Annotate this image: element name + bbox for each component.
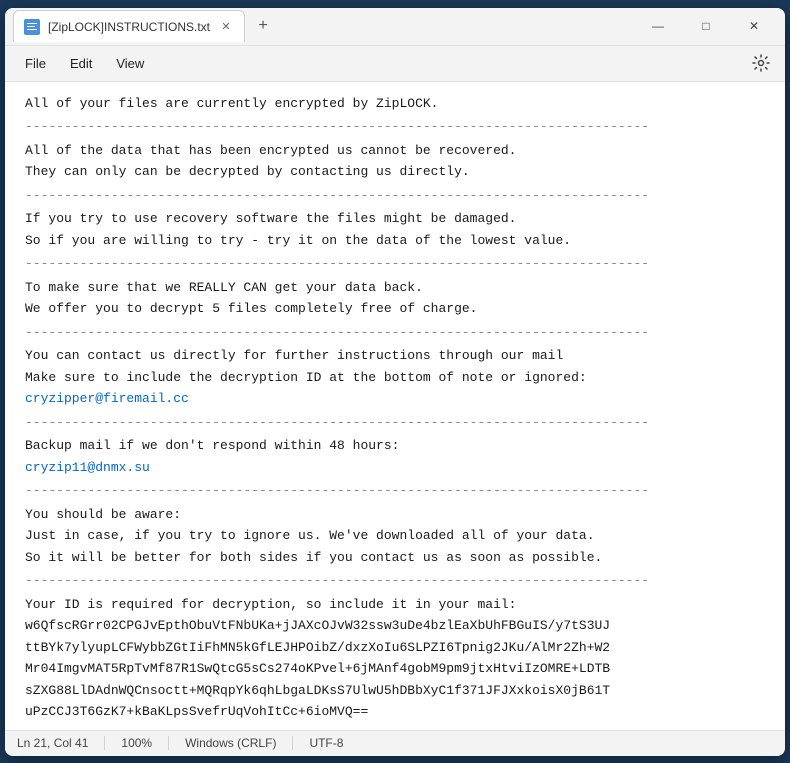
line-7: We offer you to decrypt 5 files complete… — [25, 299, 765, 319]
settings-button[interactable] — [745, 47, 777, 79]
maximize-button[interactable]: □ — [683, 10, 729, 42]
notepad-window: [ZipLOCK]INSTRUCTIONS.txt ✕ + — □ ✕ File… — [5, 8, 785, 756]
menu-file[interactable]: File — [13, 52, 58, 75]
line-3: They can only can be decrypted by contac… — [25, 162, 765, 182]
text-content[interactable]: All of your files are currently encrypte… — [5, 82, 785, 730]
line-5: So if you are willing to try - try it on… — [25, 231, 765, 251]
close-button[interactable]: ✕ — [731, 10, 777, 42]
menu-bar: File Edit View — [5, 46, 785, 82]
id-line-5: uPzCCJ3T6GzK7+kBaKLpsSvefrUqVohItCc+6ioM… — [25, 702, 765, 722]
id-line-1: w6QfscRGrr02CPGJvEpthObuVtFNbUKa+jJAXcOJ… — [25, 616, 765, 636]
title-bar: [ZipLOCK]INSTRUCTIONS.txt ✕ + — □ ✕ — [5, 8, 785, 46]
status-bar: Ln 21, Col 41 100% Windows (CRLF) UTF-8 — [5, 730, 785, 756]
line-ending: Windows (CRLF) — [169, 736, 293, 750]
cursor-position: Ln 21, Col 41 — [17, 736, 105, 750]
id-line-4: sZXG88LlDAdnWQCnsoctt+MQRqpYk6qhLbgaLDKs… — [25, 681, 765, 701]
zoom-level: 100% — [105, 736, 169, 750]
divider-3: ----------------------------------------… — [25, 254, 765, 274]
title-bar-left: [ZipLOCK]INSTRUCTIONS.txt ✕ + — [13, 10, 635, 42]
email-1[interactable]: cryzipper@firemail.cc — [25, 389, 765, 409]
line-2: All of the data that has been encrypted … — [25, 141, 765, 161]
menu-items: File Edit View — [13, 52, 745, 75]
minimize-button[interactable]: — — [635, 10, 681, 42]
line-12: Just in case, if you try to ignore us. W… — [25, 526, 765, 546]
line-11: You should be aware: — [25, 505, 765, 525]
menu-view[interactable]: View — [104, 52, 156, 75]
id-line-2: ttBYk7ylyupLCFWybbZGtIiFhMN5kGfLEJHPOibZ… — [25, 638, 765, 658]
divider-7: ----------------------------------------… — [25, 571, 765, 591]
line-6: To make sure that we REALLY CAN get your… — [25, 278, 765, 298]
email-2[interactable]: cryzip11@dnmx.su — [25, 458, 765, 478]
window-controls: — □ ✕ — [635, 10, 777, 42]
line-10: Backup mail if we don't respond within 4… — [25, 436, 765, 456]
line-8: You can contact us directly for further … — [25, 346, 765, 366]
divider-2: ----------------------------------------… — [25, 186, 765, 206]
tab-close-button[interactable]: ✕ — [218, 19, 234, 35]
tab-title: [ZipLOCK]INSTRUCTIONS.txt — [48, 20, 210, 34]
line-1: All of your files are currently encrypte… — [25, 94, 765, 114]
divider-5: ----------------------------------------… — [25, 413, 765, 433]
encoding: UTF-8 — [293, 736, 359, 750]
divider-6: ----------------------------------------… — [25, 481, 765, 501]
line-9: Make sure to include the decryption ID a… — [25, 368, 765, 388]
line-4: If you try to use recovery software the … — [25, 209, 765, 229]
line-13: So it will be better for both sides if y… — [25, 548, 765, 568]
line-14: Your ID is required for decryption, so i… — [25, 595, 765, 615]
id-line-3: Mr04ImgvMAT5RpTvMf87R1SwQtcG5sCs274oKPve… — [25, 659, 765, 679]
divider-1: ----------------------------------------… — [25, 117, 765, 137]
new-tab-button[interactable]: + — [249, 12, 277, 40]
divider-4: ----------------------------------------… — [25, 323, 765, 343]
menu-edit[interactable]: Edit — [58, 52, 104, 75]
file-icon — [24, 19, 40, 35]
active-tab[interactable]: [ZipLOCK]INSTRUCTIONS.txt ✕ — [13, 10, 245, 42]
